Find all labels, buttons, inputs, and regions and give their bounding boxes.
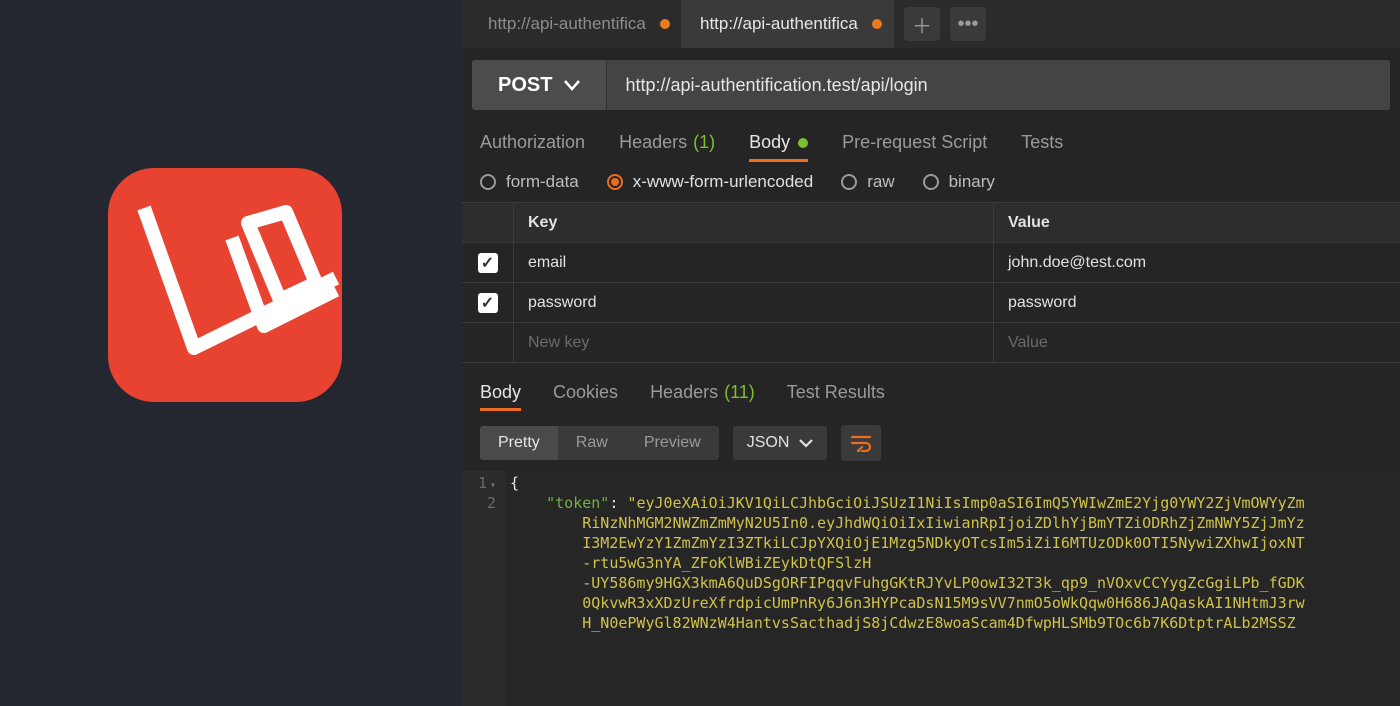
ellipsis-icon: •••: [957, 13, 978, 36]
format-select[interactable]: JSON: [733, 426, 828, 460]
radio-icon: [841, 174, 857, 190]
col-value: Value: [994, 203, 1400, 242]
resp-tab-body[interactable]: Body: [480, 377, 521, 411]
method-label: POST: [498, 74, 552, 97]
chevron-down-icon: [564, 79, 580, 91]
table-row: ✓ email john.doe@test.com: [462, 243, 1400, 283]
radio-form-data[interactable]: form-data: [480, 172, 579, 192]
tab-tests[interactable]: Tests: [1021, 126, 1063, 162]
response-body[interactable]: 1▾ 2 { "token": "eyJ0eXAiOiJKV1QiLCJhbGc…: [462, 471, 1400, 706]
line-gutter: 1▾ 2: [462, 471, 506, 706]
request-row: POST http://api-authentification.test/ap…: [472, 60, 1390, 110]
tab-2[interactable]: http://api-authentifica: [682, 0, 894, 48]
row-checkbox[interactable]: ✓: [478, 293, 498, 313]
tab-body[interactable]: Body: [749, 126, 808, 162]
radio-raw[interactable]: raw: [841, 172, 894, 192]
resp-tab-headers[interactable]: Headers (11): [650, 377, 755, 411]
request-tabs: Authorization Headers (1) Body Pre-reque…: [462, 116, 1400, 162]
plus-icon: ＋: [912, 10, 932, 39]
radio-binary[interactable]: binary: [923, 172, 995, 192]
json-code: { "token": "eyJ0eXAiOiJKV1QiLCJhbGciOiJS…: [506, 471, 1400, 706]
tab-strip: http://api-authentifica http://api-authe…: [462, 0, 1400, 48]
view-raw[interactable]: Raw: [558, 426, 626, 460]
response-controls: Pretty Raw Preview JSON: [462, 411, 1400, 471]
check-icon: ✓: [481, 293, 494, 313]
param-value-input[interactable]: john.doe@test.com: [994, 243, 1400, 282]
tab-1[interactable]: http://api-authentifica: [470, 0, 682, 48]
laravel-logo: [108, 168, 342, 402]
radio-urlencoded[interactable]: x-www-form-urlencoded: [607, 172, 813, 192]
method-select[interactable]: POST: [472, 60, 607, 110]
new-key-input[interactable]: New key: [514, 323, 994, 362]
view-pretty[interactable]: Pretty: [480, 426, 558, 460]
check-icon: ✓: [481, 253, 494, 273]
param-value-input[interactable]: password: [994, 283, 1400, 322]
table-row-new: New key Value: [462, 323, 1400, 363]
tab-authorization[interactable]: Authorization: [480, 126, 585, 162]
tab-label: http://api-authentifica: [488, 14, 646, 34]
radio-icon: [607, 174, 623, 190]
body-type-row: form-data x-www-form-urlencoded raw bina…: [462, 162, 1400, 202]
new-value-input[interactable]: Value: [994, 323, 1400, 362]
param-key-input[interactable]: email: [514, 243, 994, 282]
response-tabs: Body Cookies Headers (11) Test Results: [462, 363, 1400, 411]
radio-icon: [923, 174, 939, 190]
resp-tab-test-results[interactable]: Test Results: [787, 377, 885, 411]
url-input[interactable]: http://api-authentification.test/api/log…: [607, 60, 1390, 110]
view-mode-group: Pretty Raw Preview: [480, 426, 719, 460]
row-checkbox[interactable]: ✓: [478, 253, 498, 273]
chevron-down-icon: [799, 438, 813, 448]
new-tab-button[interactable]: ＋: [904, 7, 940, 41]
unsaved-dot-icon: [872, 19, 882, 29]
body-active-indicator: [798, 138, 808, 148]
tab-pre-request[interactable]: Pre-request Script: [842, 126, 987, 162]
resp-tab-cookies[interactable]: Cookies: [553, 377, 618, 411]
wrap-lines-button[interactable]: [841, 425, 881, 461]
unsaved-dot-icon: [660, 19, 670, 29]
tab-label: http://api-authentifica: [700, 14, 858, 34]
table-header: Key Value: [462, 203, 1400, 243]
col-key: Key: [514, 203, 994, 242]
wrap-icon: [850, 434, 872, 452]
tab-headers[interactable]: Headers (1): [619, 126, 715, 162]
body-params-table: Key Value ✓ email john.doe@test.com ✓ pa…: [462, 202, 1400, 363]
tab-options-button[interactable]: •••: [950, 7, 986, 41]
radio-icon: [480, 174, 496, 190]
param-key-input[interactable]: password: [514, 283, 994, 322]
url-value: http://api-authentification.test/api/log…: [625, 75, 927, 96]
table-row: ✓ password password: [462, 283, 1400, 323]
postman-window: http://api-authentifica http://api-authe…: [462, 0, 1400, 706]
view-preview[interactable]: Preview: [626, 426, 719, 460]
